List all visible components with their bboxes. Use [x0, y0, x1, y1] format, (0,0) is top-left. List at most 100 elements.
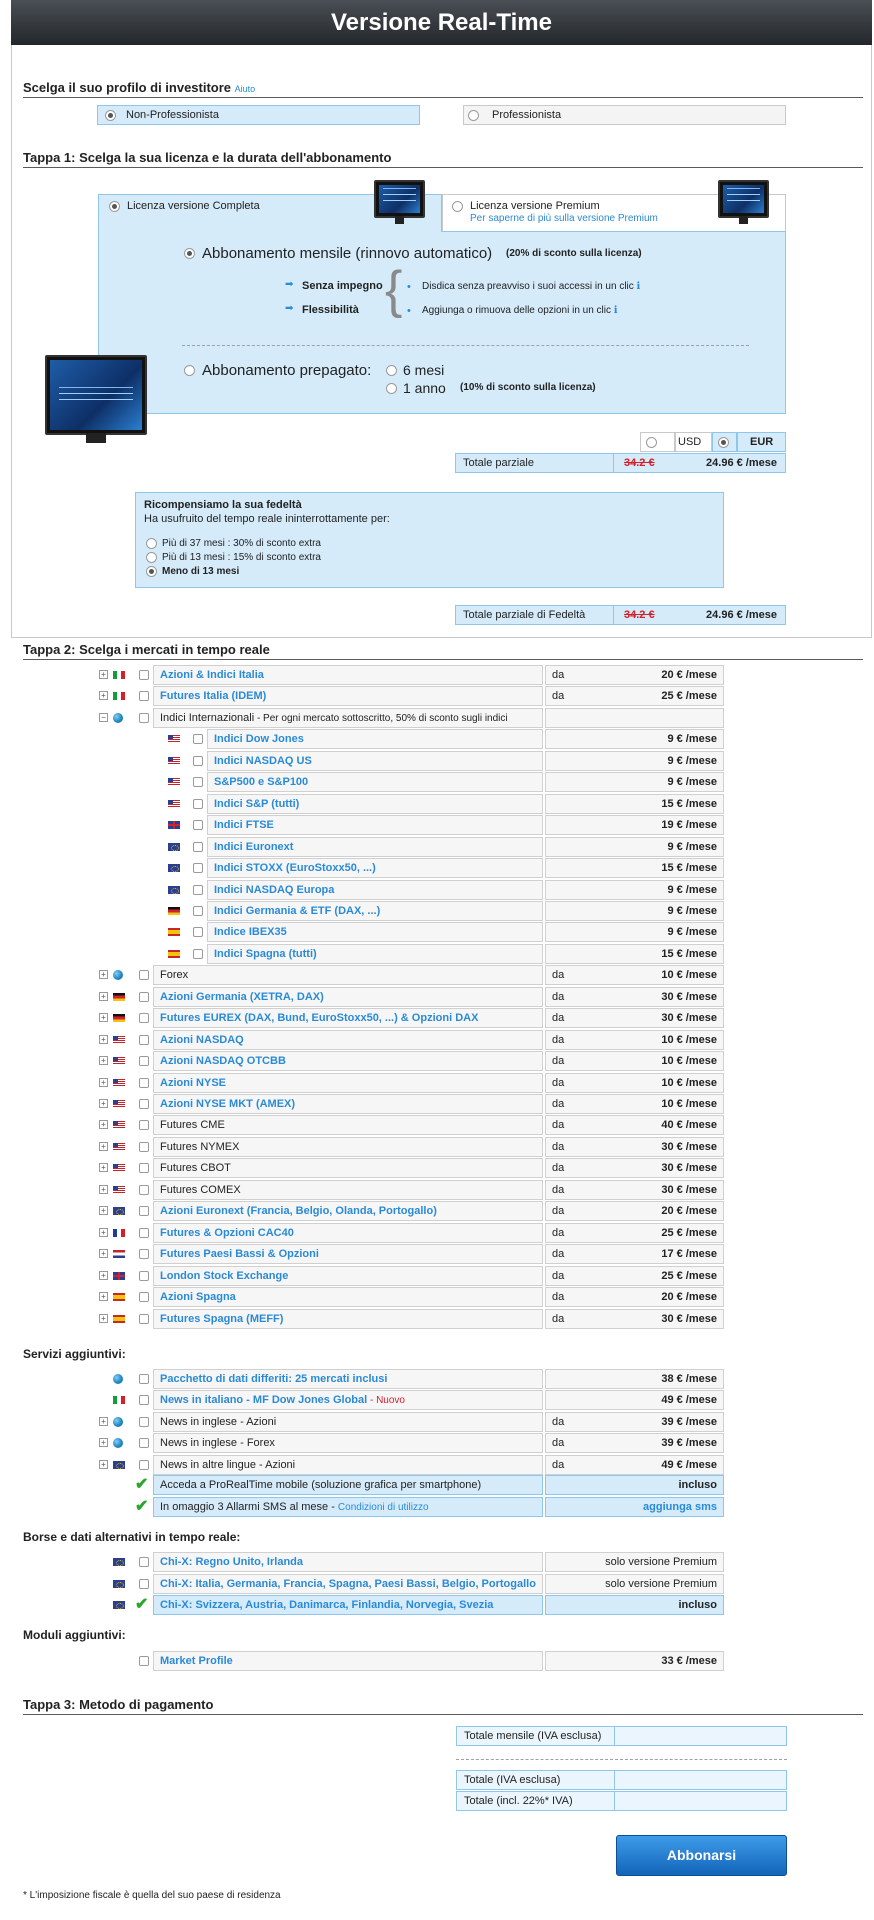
market-checkbox[interactable]: [193, 777, 203, 788]
alt-name[interactable]: Chi-X: Italia, Germania, Francia, Spagna…: [153, 1573, 543, 1594]
six-months-radio[interactable]: [386, 365, 397, 376]
market-name[interactable]: Futures & Opzioni CAC40: [153, 1222, 543, 1243]
non-professional-radio[interactable]: [105, 110, 116, 121]
service-checkbox[interactable]: [139, 1459, 149, 1470]
expand-icon[interactable]: +: [99, 1459, 108, 1469]
market-checkbox[interactable]: [139, 1249, 149, 1260]
alt-name[interactable]: Chi-X: Regno Unito, Irlanda: [153, 1552, 543, 1572]
help-link[interactable]: Aiuto: [235, 84, 256, 94]
market-checkbox[interactable]: [193, 798, 203, 809]
alt-checkbox[interactable]: [139, 1557, 149, 1567]
service-checkbox[interactable]: [139, 1438, 149, 1449]
expand-icon[interactable]: +: [99, 1056, 108, 1066]
market-name[interactable]: Azioni NYSE MKT (AMEX): [153, 1094, 543, 1114]
expand-icon[interactable]: +: [99, 970, 108, 980]
expand-icon[interactable]: +: [99, 1313, 108, 1323]
expand-icon[interactable]: +: [99, 991, 108, 1001]
expand-icon[interactable]: +: [99, 1270, 108, 1280]
market-checkbox[interactable]: [193, 905, 203, 916]
market-checkbox[interactable]: [193, 755, 203, 766]
market-name[interactable]: Azioni Germania (XETRA, DAX): [153, 986, 543, 1007]
market-name[interactable]: Azioni NASDAQ OTCBB: [153, 1051, 543, 1072]
market-checkbox[interactable]: [139, 1270, 149, 1281]
option-non-professional[interactable]: Non-Professionista: [97, 105, 420, 125]
market-checkbox[interactable]: [139, 1206, 149, 1217]
market-checkbox[interactable]: [139, 1077, 149, 1088]
market-checkbox[interactable]: [193, 884, 203, 895]
loyalty-13-radio[interactable]: [146, 552, 157, 563]
expand-icon[interactable]: −: [99, 712, 108, 722]
expand-icon[interactable]: +: [99, 1206, 108, 1216]
market-name[interactable]: Azioni NYSE: [153, 1072, 543, 1093]
service-name[interactable]: Pacchetto di dati differiti: 25 mercati …: [153, 1369, 543, 1389]
expand-icon[interactable]: +: [99, 1227, 108, 1237]
market-checkbox[interactable]: [139, 1292, 149, 1303]
add-sms-link[interactable]: aggiunga sms: [643, 1498, 717, 1516]
market-checkbox[interactable]: [139, 1120, 149, 1131]
market-checkbox[interactable]: [139, 1184, 149, 1195]
market-checkbox[interactable]: [139, 991, 149, 1002]
market-checkbox[interactable]: [139, 1099, 149, 1109]
market-name[interactable]: Indici Euronext: [207, 836, 543, 857]
market-checkbox[interactable]: [139, 1056, 149, 1067]
option-professional[interactable]: Professionista: [463, 105, 786, 125]
service-checkbox[interactable]: [139, 1416, 149, 1427]
market-name[interactable]: Indici STOXX (EuroStoxx50, ...): [207, 858, 543, 879]
premium-info-link[interactable]: Per saperne di più sulla versione Premiu…: [470, 213, 658, 224]
market-name[interactable]: Indici Dow Jones: [207, 729, 543, 750]
market-checkbox[interactable]: [139, 1227, 149, 1238]
expand-icon[interactable]: +: [99, 1077, 108, 1087]
premium-license-radio[interactable]: [452, 201, 463, 212]
market-checkbox[interactable]: [139, 1163, 149, 1174]
full-license-radio[interactable]: [109, 201, 120, 212]
expand-icon[interactable]: +: [99, 1120, 108, 1130]
service-checkbox[interactable]: [139, 1374, 149, 1384]
professional-radio[interactable]: [468, 110, 479, 121]
market-name[interactable]: London Stock Exchange: [153, 1265, 543, 1286]
market-name[interactable]: Indici Spagna (tutti): [207, 943, 543, 964]
loyalty-less-radio[interactable]: [146, 566, 157, 577]
market-name[interactable]: Futures Paesi Bassi & Opzioni: [153, 1244, 543, 1265]
market-name[interactable]: Azioni Euronext (Francia, Belgio, Olanda…: [153, 1201, 543, 1222]
expand-icon[interactable]: +: [99, 1416, 108, 1426]
subscribe-button[interactable]: Abbonarsi: [616, 1835, 787, 1876]
market-profile-checkbox[interactable]: [139, 1656, 149, 1666]
expand-icon[interactable]: +: [99, 1292, 108, 1302]
market-checkbox[interactable]: [193, 948, 203, 959]
monthly-radio[interactable]: [184, 248, 195, 259]
market-checkbox[interactable]: [139, 712, 149, 723]
one-year-radio[interactable]: [386, 383, 397, 394]
expand-icon[interactable]: +: [99, 691, 108, 701]
usd-radio-cell[interactable]: [640, 432, 675, 452]
market-checkbox[interactable]: [139, 1034, 149, 1045]
market-name[interactable]: Azioni & Indici Italia: [153, 665, 543, 685]
expand-icon[interactable]: +: [99, 1013, 108, 1023]
market-name[interactable]: Indici NASDAQ US: [207, 750, 543, 771]
market-profile-link[interactable]: Market Profile: [153, 1651, 543, 1671]
market-checkbox[interactable]: [193, 927, 203, 938]
market-name[interactable]: Indici Germania & ETF (DAX, ...): [207, 900, 543, 921]
market-checkbox[interactable]: [139, 970, 149, 981]
market-name[interactable]: Azioni Spagna: [153, 1287, 543, 1308]
market-name[interactable]: Indici FTSE: [207, 815, 543, 836]
market-checkbox[interactable]: [193, 734, 203, 745]
expand-icon[interactable]: +: [99, 1141, 108, 1151]
market-checkbox[interactable]: [139, 691, 149, 702]
eur-radio-cell[interactable]: [712, 432, 737, 452]
sms-conditions-link[interactable]: Condizioni di utilizzo: [338, 1502, 429, 1513]
market-checkbox[interactable]: [139, 670, 149, 680]
market-name[interactable]: Indice IBEX35: [207, 922, 543, 943]
expand-icon[interactable]: +: [99, 1249, 108, 1259]
prepaid-radio[interactable]: [184, 365, 195, 376]
market-name[interactable]: Futures EUREX (DAX, Bund, EuroStoxx50, .…: [153, 1008, 543, 1029]
market-name[interactable]: Indici NASDAQ Europa: [207, 879, 543, 900]
expand-icon[interactable]: +: [99, 1163, 108, 1173]
market-checkbox[interactable]: [193, 820, 203, 831]
alt-checkbox[interactable]: [139, 1578, 149, 1589]
market-name[interactable]: Indici S&P (tutti): [207, 793, 543, 814]
market-name[interactable]: S&P500 e S&P100: [207, 772, 543, 793]
market-checkbox[interactable]: [139, 1013, 149, 1024]
loyalty-37-radio[interactable]: [146, 538, 157, 549]
market-name[interactable]: Futures Spagna (MEFF): [153, 1308, 543, 1329]
service-name[interactable]: News in italiano - MF Dow Jones Global -…: [153, 1390, 543, 1411]
